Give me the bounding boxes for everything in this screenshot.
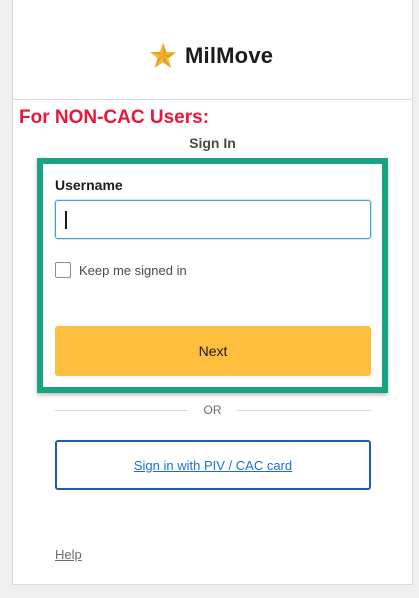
username-input[interactable] [55, 200, 371, 239]
non-cac-annotation: For NON-CAC Users: [19, 107, 210, 128]
star-logo-icon [150, 43, 176, 68]
app-name: MilMove [185, 43, 274, 68]
keep-signed-in-row[interactable]: Keep me signed in [55, 262, 187, 278]
divider-left [55, 410, 188, 411]
keep-signed-in-checkbox[interactable] [55, 262, 71, 278]
milmove-logo: MilMove [149, 42, 273, 70]
sign-in-page: MilMove For NON-CAC Users: Sign In Usern… [0, 0, 419, 598]
next-button[interactable]: Next [55, 326, 371, 376]
text-caret [65, 211, 67, 229]
sign-in-heading: Sign In [189, 135, 236, 151]
header: MilMove [13, 0, 412, 100]
piv-cac-sign-in-link[interactable]: Sign in with PIV / CAC card [134, 458, 292, 473]
or-separator: OR [203, 403, 222, 417]
username-label: Username [55, 177, 123, 193]
keep-signed-in-label[interactable]: Keep me signed in [79, 263, 187, 278]
help-link[interactable]: Help [55, 547, 82, 562]
piv-cac-sign-in-button[interactable]: Sign in with PIV / CAC card [55, 440, 371, 490]
divider-right [237, 410, 371, 411]
